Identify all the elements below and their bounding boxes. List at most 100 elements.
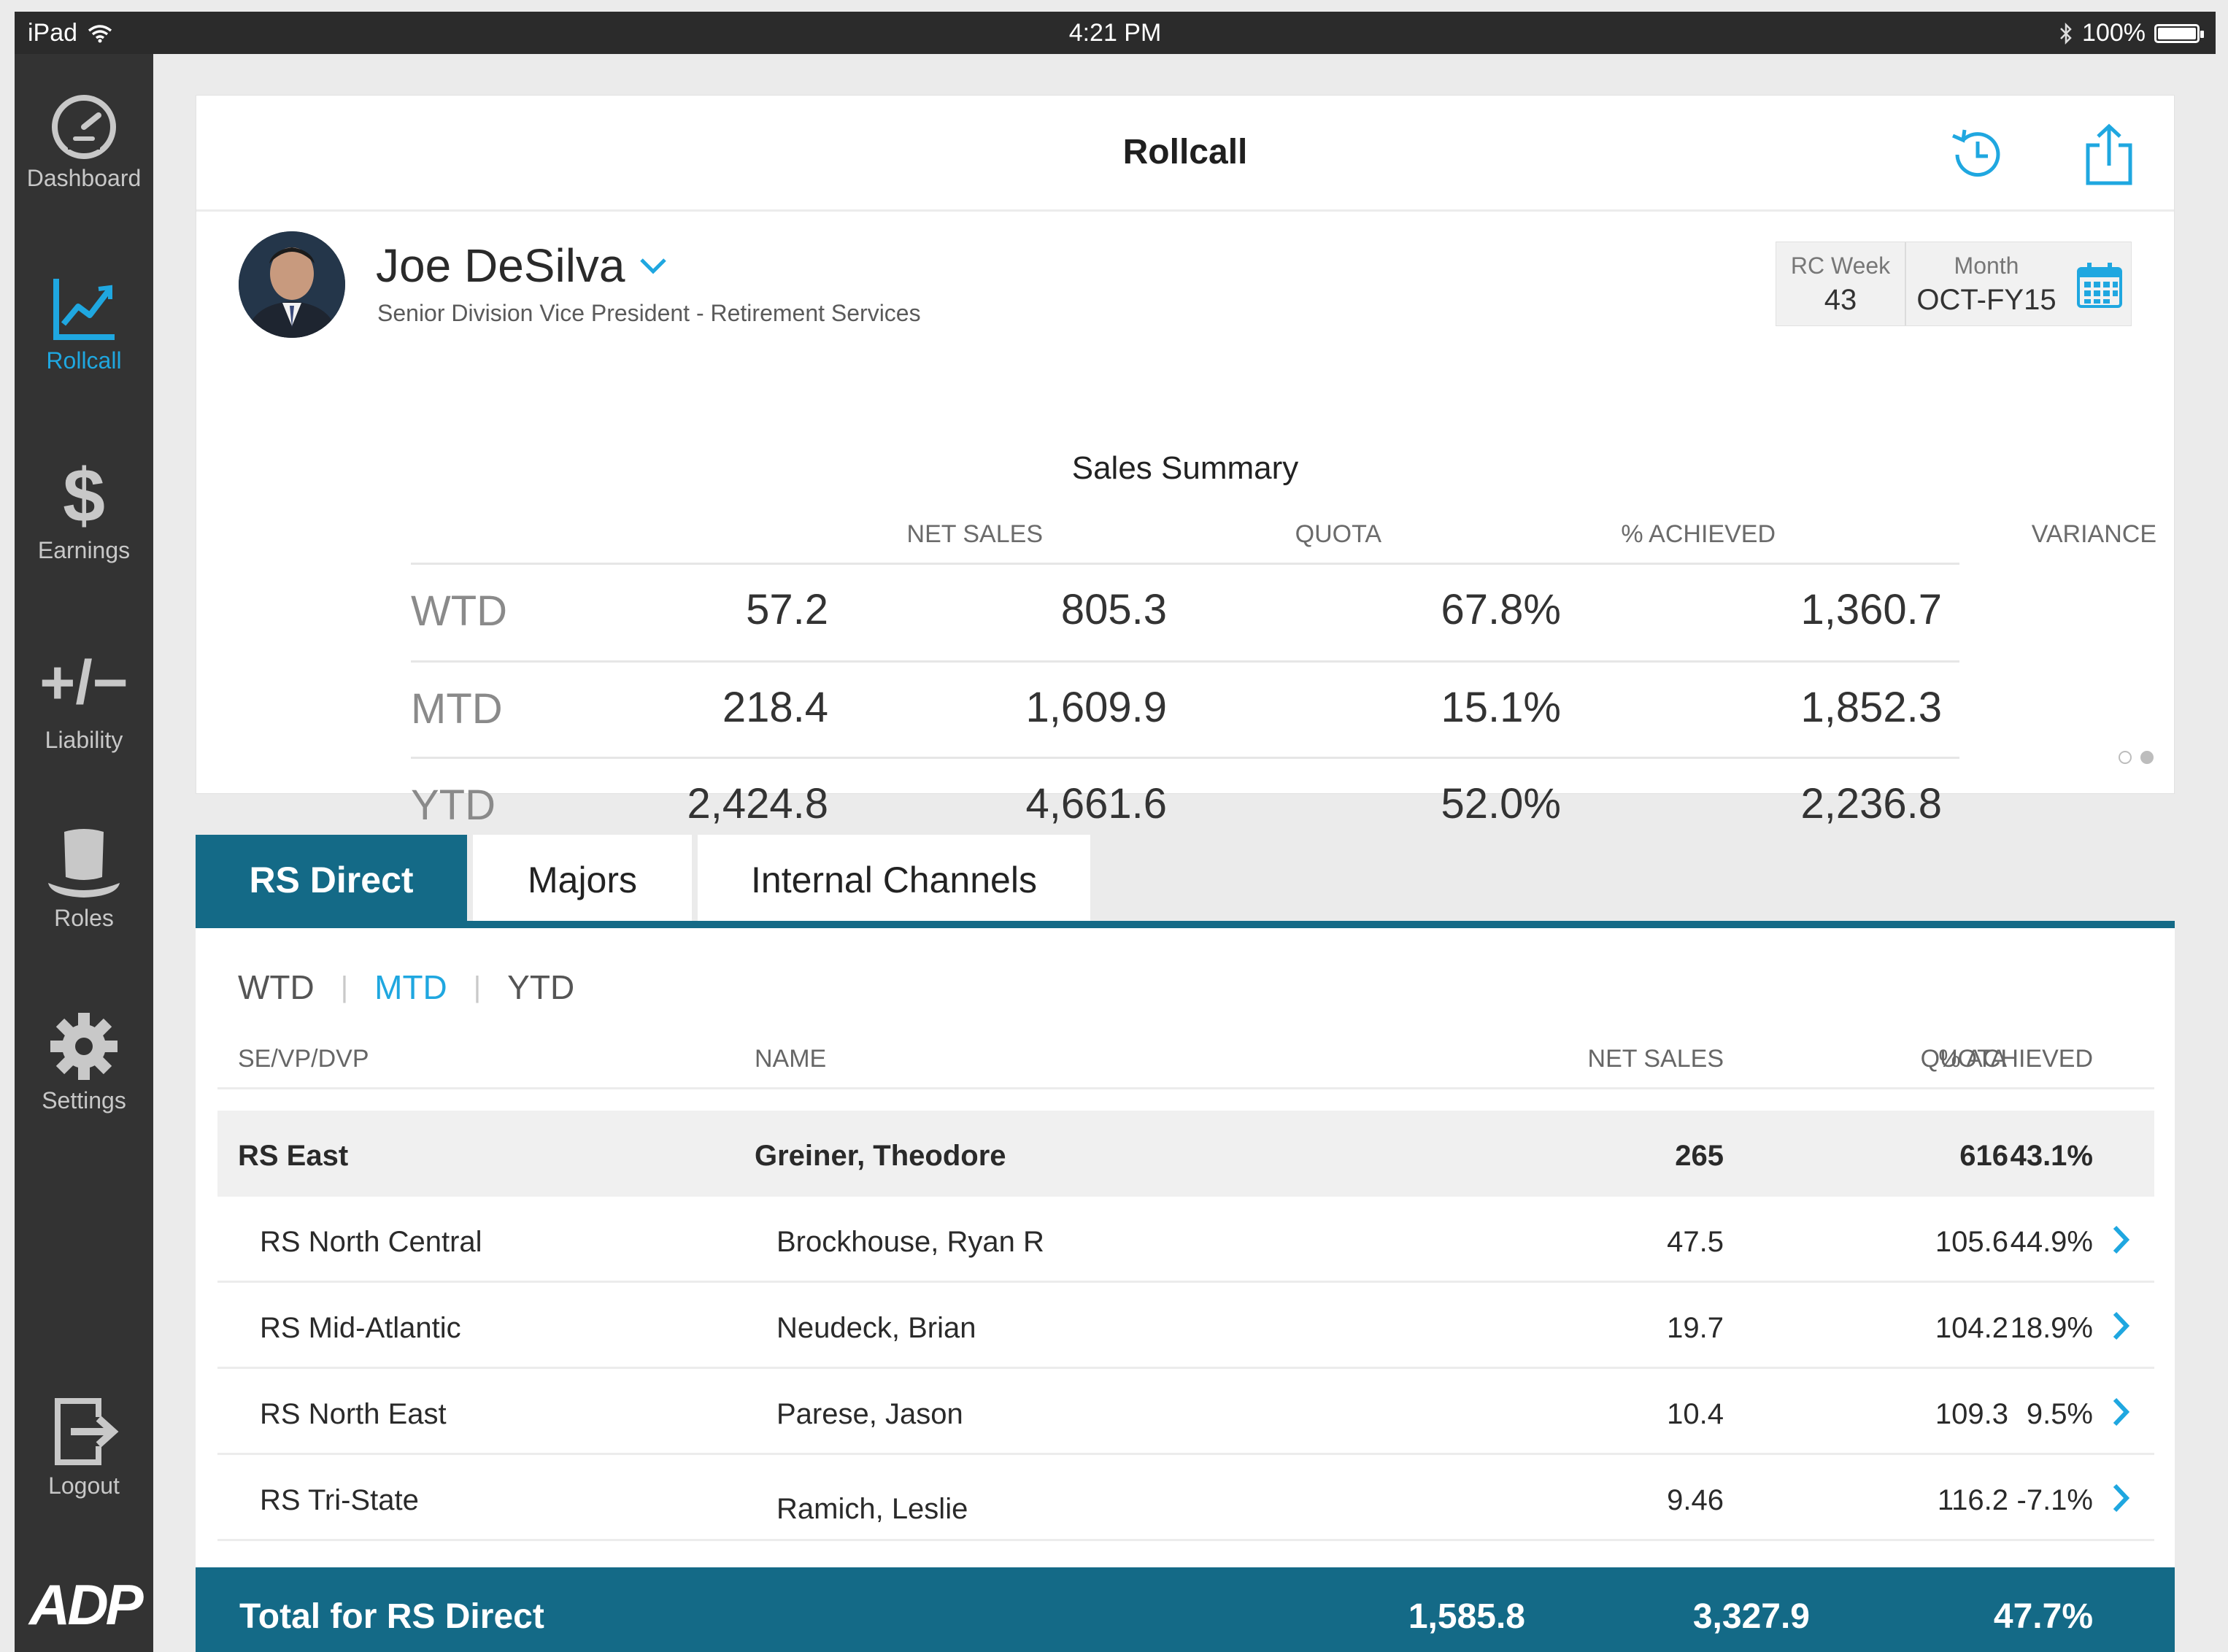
col-header-name: NAME [755, 1045, 827, 1073]
tab-majors[interactable]: Majors [473, 835, 692, 925]
calendar-icon[interactable] [2075, 261, 2124, 309]
cell-net-sales: 265 [1675, 1140, 1724, 1172]
top-hat-icon [48, 829, 120, 898]
chevron-right-icon[interactable] [2108, 1394, 2134, 1430]
cell-name: Ramich, Leslie [776, 1493, 968, 1525]
total-row: Total for RS Direct 1,585.8 3,327.9 47.7… [196, 1567, 2175, 1652]
summary-col-net-sales: NET SALES [906, 520, 1043, 548]
cell-net-sales: 47.5 [1667, 1226, 1724, 1258]
bluetooth-icon [2060, 22, 2072, 45]
summary-col-achieved: % ACHIEVED [1621, 520, 1776, 548]
summary-col-quota: QUOTA [1295, 520, 1381, 548]
summary-achieved: 15.1% [1441, 684, 1561, 731]
nav-settings[interactable]: Settings [15, 1010, 153, 1114]
nav-rollcall[interactable]: Rollcall [15, 273, 153, 374]
cell-region: RS Mid-Atlantic [260, 1312, 461, 1344]
cell-region: RS North Central [260, 1226, 482, 1258]
summary-quota: 1,609.9 [1025, 684, 1167, 731]
summary-net-sales: 2,424.8 [687, 780, 828, 827]
share-button[interactable] [2076, 122, 2142, 188]
nav-logout[interactable]: Logout [15, 1395, 153, 1499]
cell-achieved: -7.1% [2016, 1484, 2094, 1516]
gear-icon [50, 1013, 117, 1080]
dollar-icon: $ [63, 454, 105, 539]
total-quota: 3,327.9 [1692, 1597, 1810, 1636]
summary-achieved: 67.8% [1441, 586, 1561, 633]
rc-week-label: RC Week [1790, 252, 1891, 279]
nav-liability[interactable]: +/− Liability [15, 642, 153, 754]
summary-net-sales: 218.4 [722, 684, 828, 731]
summary-net-sales: 57.2 [746, 586, 828, 633]
avatar [239, 231, 345, 338]
filter-divider: | [473, 970, 482, 1003]
table-row[interactable]: RS Mid-Atlantic Neudeck, Brian 19.7 104.… [217, 1283, 2154, 1369]
history-button[interactable] [1945, 122, 2011, 188]
logout-icon [55, 1398, 119, 1465]
cell-achieved: 9.5% [2026, 1398, 2093, 1430]
tab-rs-direct[interactable]: RS Direct [196, 835, 467, 925]
table-row[interactable]: RS North East Parese, Jason 10.4 109.3 9… [217, 1369, 2154, 1455]
page-dot-1[interactable] [2119, 751, 2132, 764]
table-row[interactable]: RS Tri-State Ramich, Leslie 9.46 116.2 -… [217, 1455, 2154, 1541]
header-divider [217, 1087, 2154, 1089]
cell-region: RS East [238, 1140, 349, 1172]
cell-achieved: 43.1% [2010, 1140, 2093, 1172]
nav-rollcall-label: Rollcall [46, 347, 122, 374]
summary-row-label: YTD [411, 781, 496, 829]
nav-roles-label: Roles [54, 905, 114, 931]
table-group-row: RS East Greiner, Theodore 265 616 43.1% [217, 1111, 2154, 1197]
channel-tabs: RS Direct Majors Internal Channels [196, 835, 1096, 927]
cell-name: Greiner, Theodore [755, 1140, 1006, 1172]
chevron-right-icon[interactable] [2108, 1480, 2134, 1516]
summary-variance: 2,236.8 [1800, 780, 1942, 827]
summary-row-mtd: MTD 218.4 1,609.9 15.1% 1,852.3 [411, 660, 1959, 759]
history-icon [1952, 129, 2000, 177]
profile-name: Joe DeSilva [376, 239, 625, 292]
period-selector[interactable]: RC Week 43 Month OCT-FY15 [1776, 242, 2132, 326]
nav-logout-label: Logout [48, 1472, 120, 1499]
cell-quota: 105.6 [1935, 1226, 2008, 1258]
detail-panel: WTD | MTD | YTD SE/VP/DVP NAME NET SALES… [196, 928, 2175, 1652]
nav-dashboard[interactable]: Dashboard [15, 90, 153, 192]
chevron-right-icon[interactable] [2108, 1221, 2134, 1258]
summary-variance: 1,852.3 [1800, 684, 1942, 731]
chevron-right-icon[interactable] [2108, 1308, 2134, 1344]
total-achieved: 47.7% [1993, 1597, 2093, 1636]
nav-roles[interactable]: Roles [15, 825, 153, 932]
cell-name: Parese, Jason [776, 1398, 963, 1430]
cell-achieved: 18.9% [2010, 1312, 2093, 1344]
chevron-down-icon [639, 258, 666, 274]
cell-region: RS North East [260, 1398, 447, 1430]
filter-ytd[interactable]: YTD [507, 968, 574, 1007]
summary-title: Sales Summary [1071, 450, 1299, 486]
rc-week: RC Week 43 [1776, 242, 1906, 325]
filter-divider: | [340, 970, 349, 1003]
table-row[interactable]: RS North Central Brockhouse, Ryan R 47.5… [217, 1197, 2154, 1283]
col-header-region: SE/VP/DVP [238, 1045, 369, 1073]
share-icon [2086, 123, 2132, 185]
cell-quota: 109.3 [1935, 1398, 2008, 1430]
summary-row-label: WTD [411, 587, 508, 635]
month: Month OCT-FY15 [1906, 242, 2067, 325]
nav-earnings[interactable]: $ Earnings [15, 454, 153, 564]
summary-quota: 4,661.6 [1025, 780, 1167, 827]
summary-achieved: 52.0% [1441, 780, 1561, 827]
summary-row-wtd: WTD 57.2 805.3 67.8% 1,360.7 [411, 563, 1959, 661]
battery-percent: 100% [2082, 19, 2146, 47]
page-indicator[interactable] [2119, 751, 2154, 764]
col-header-net-sales: NET SALES [1587, 1045, 1724, 1073]
tab-internal-channels[interactable]: Internal Channels [698, 835, 1090, 925]
cell-quota: 116.2 [1937, 1484, 2008, 1516]
summary-quota: 805.3 [1060, 586, 1167, 633]
battery-icon [2154, 23, 2204, 43]
page-dot-2[interactable] [2140, 751, 2154, 764]
cell-region: RS Tri-State [260, 1484, 419, 1516]
card-header: Rollcall [196, 96, 2174, 212]
filter-mtd[interactable]: MTD [374, 968, 447, 1007]
filter-wtd[interactable]: WTD [238, 968, 315, 1007]
profile-selector[interactable]: Joe DeSilva [376, 239, 668, 293]
rc-week-value: 43 [1824, 284, 1857, 316]
page-title: Rollcall [1122, 133, 1248, 171]
speedometer-icon [52, 95, 116, 159]
period-filter: WTD | MTD | YTD [238, 968, 574, 1007]
